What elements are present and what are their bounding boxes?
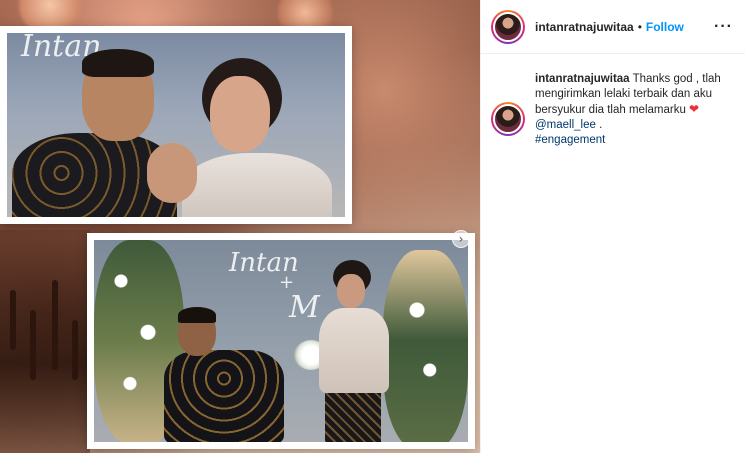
post-header: intanratnajuwitaa • Follow ···	[481, 0, 745, 54]
next-slide-icon[interactable]: ›	[452, 230, 470, 248]
photo-proposal: Intan + M	[87, 233, 475, 449]
header-username[interactable]: intanratnajuwitaa	[535, 20, 634, 34]
post-media[interactable]: Intan M Intan + M ›	[0, 0, 480, 453]
heart-emoji-icon: ❤	[689, 102, 700, 116]
caption-body: intanratnajuwitaa Thanks god , tlah meng…	[535, 72, 733, 148]
post-sidebar: intanratnajuwitaa • Follow ··· intanratn…	[480, 0, 745, 453]
standing-bride-figure	[319, 260, 394, 442]
separator-dot: •	[637, 19, 642, 34]
follow-button[interactable]: Follow	[646, 20, 684, 34]
photo-couple-rings: Intan M	[0, 26, 352, 224]
flower-arrangement	[383, 250, 468, 442]
kneeling-groom-figure	[164, 307, 284, 442]
avatar[interactable]	[491, 102, 525, 136]
avatar[interactable]	[491, 9, 525, 44]
caption-punctuation: .	[595, 119, 603, 131]
caption-comment: intanratnajuwitaa Thanks god , tlah meng…	[481, 54, 745, 148]
background-chandelier	[0, 230, 90, 453]
more-options-icon[interactable]: ···	[714, 18, 733, 36]
bride-figure	[182, 58, 332, 217]
caption-username[interactable]: intanratnajuwitaa	[535, 73, 630, 85]
mention-link[interactable]: @maell_lee	[535, 119, 596, 131]
script-lettering: M	[289, 290, 320, 325]
ring-hand	[147, 143, 197, 203]
hashtag-link[interactable]: #engagement	[535, 134, 605, 146]
